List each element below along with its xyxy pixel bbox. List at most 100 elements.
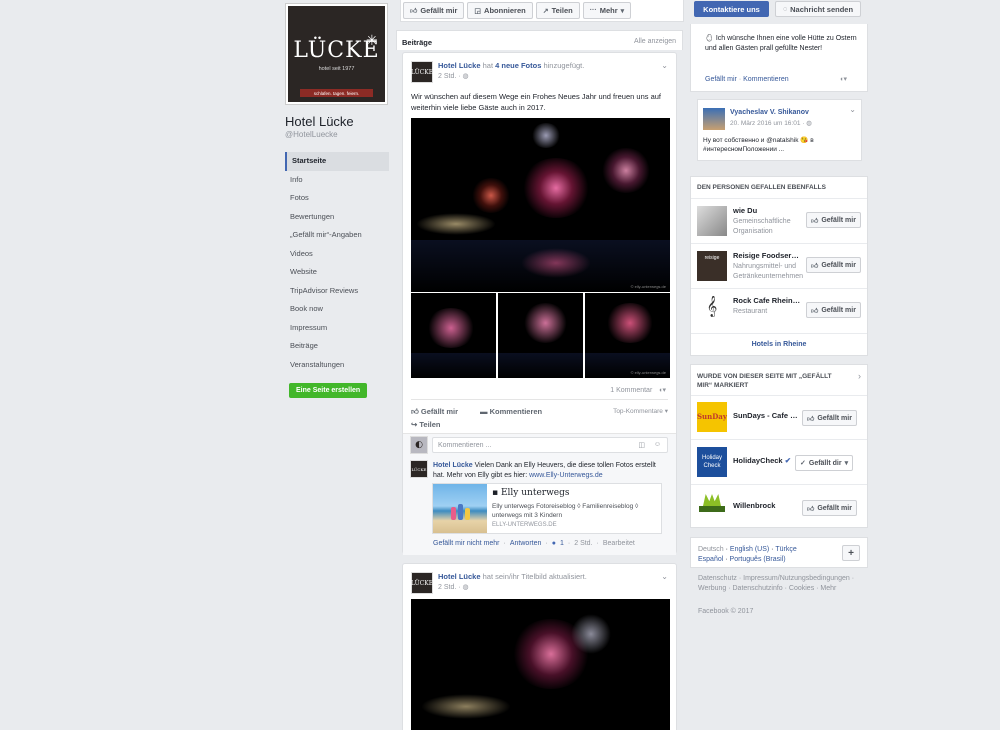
nav-item-book-now[interactable]: Book now	[285, 300, 389, 319]
post-author[interactable]: Hotel Lücke	[438, 61, 481, 70]
reply-edited[interactable]: Bearbeitet	[603, 540, 635, 547]
create-page-button[interactable]: Eine Seite erstellen	[289, 383, 368, 398]
reply-avatar[interactable]: LÜCKE	[410, 460, 428, 478]
reply-comment: Hotel Lücke Vielen Dank an Elly Heuvers,…	[433, 461, 661, 481]
link-preview-card[interactable]: ▪ Elly unterwegs Elly unterwegs Fotoreis…	[432, 483, 662, 534]
similar-name-2[interactable]: Reisige Foodser…	[733, 251, 803, 260]
right-post-comment[interactable]: Kommentieren	[743, 76, 789, 83]
liked-like-button-3[interactable]: 👍︎ Gefällt mir	[802, 500, 857, 516]
post-avatar[interactable]: LÜCKE	[411, 61, 433, 83]
reply-author[interactable]: Hotel Lücke	[433, 462, 473, 469]
preview-domain: ELLY-UNTERWEGS.DE	[492, 522, 557, 528]
similar-item-1[interactable]: wie Du Gemeinschaftliche Organisation	[697, 206, 803, 237]
reply-link[interactable]: www.Elly-Unterwegs.de	[529, 472, 603, 479]
post2-cover-photo[interactable]	[411, 599, 670, 730]
top-comments-dropdown[interactable]: Top-Kommentare ▾	[613, 407, 668, 415]
language-current: Deutsch	[698, 546, 724, 553]
nav-item-startseite[interactable]: Startseite	[285, 152, 389, 171]
follow-button[interactable]: ◲ Abonnieren	[467, 2, 533, 19]
profile-picture[interactable]: LÜCKE ✳ hotel seit 1977 schlafen. tagen.…	[285, 3, 388, 105]
nav-item-info[interactable]: Info	[285, 171, 389, 190]
post-share-button[interactable]: ↪ Teilen	[411, 420, 441, 429]
post2-time[interactable]: 2 Std. ·	[438, 584, 463, 591]
post2-avatar[interactable]: LÜCKE	[411, 572, 433, 594]
chevron-right-icon[interactable]: ›	[858, 371, 861, 381]
similar-like-button-2[interactable]: 👍︎ Gefällt mir	[806, 257, 861, 273]
similar-category-3: Restaurant	[733, 308, 768, 315]
nav-item-likes[interactable]: „Gefällt mir“-Angaben	[285, 226, 389, 245]
language-english[interactable]: English (US)	[730, 546, 769, 553]
emoji-icon[interactable]: ☺	[654, 441, 661, 448]
language-turkish[interactable]: Türkçe	[775, 546, 796, 553]
post-options-icon[interactable]: ⌄	[661, 61, 668, 70]
liked-like-button-2[interactable]: ✓ Gefällt dir ▾	[795, 455, 854, 471]
post-comment-button[interactable]: ▬ Kommentieren	[480, 407, 542, 417]
similar-thumb-1	[697, 206, 727, 236]
post2-options-icon[interactable]: ⌄	[661, 572, 668, 581]
review-options-icon[interactable]: ⌄	[849, 105, 856, 114]
review-author[interactable]: Vyacheslav V. Shikanov	[730, 109, 809, 116]
post2-author[interactable]: Hotel Lücke	[438, 572, 481, 581]
post-photo-2[interactable]	[411, 293, 496, 378]
similar-like-button-3[interactable]: 👍︎ Gefällt mir	[806, 302, 861, 318]
similar-name-3[interactable]: Rock Cafe Rhein…	[733, 296, 800, 305]
similar-like-button-1[interactable]: 👍︎ Gefällt mir	[806, 212, 861, 228]
hotels-in-rheine-link[interactable]: Hotels in Rheine	[691, 341, 867, 348]
liked-item-2[interactable]: Holiday Check HolidayCheck ✔	[697, 447, 791, 477]
more-button[interactable]: ··· Mehr ▾	[582, 2, 632, 19]
post-time[interactable]: 2 Std. ·	[438, 73, 463, 80]
liked-name-1[interactable]: SunDays - Cafe …	[733, 411, 798, 420]
liked-like-button-1[interactable]: 👍︎ Gefällt mir	[802, 410, 857, 426]
liked-name-3[interactable]: Willenbrock	[733, 501, 775, 510]
nav-item-impressum[interactable]: Impressum	[285, 319, 389, 338]
post-photo-3[interactable]	[498, 293, 583, 378]
comment-count[interactable]: 1 Kommentar ◖▾	[610, 386, 666, 394]
unlike-comment-link[interactable]: Gefällt mir nicht mehr	[433, 540, 500, 547]
nav-item-beitraege[interactable]: Beiträge	[285, 337, 389, 356]
follow-label: Abonnieren	[484, 6, 526, 15]
post-photos-link[interactable]: 4 neue Fotos	[495, 61, 541, 70]
post-text: Wir wünschen auf diesem Wege ein Frohes …	[411, 92, 661, 112]
reply-time[interactable]: 2 Std.	[574, 540, 592, 547]
nav-item-bewertungen[interactable]: Bewertungen	[285, 208, 389, 227]
share-page-button[interactable]: ↗ Teilen	[535, 2, 580, 19]
post2-action: hat sein/ihr Titelbild aktualisiert.	[480, 572, 587, 581]
post-photo-4[interactable]: © elly-unterwegs.de	[585, 293, 670, 378]
language-portuguese[interactable]: Português (Brasil)	[730, 556, 786, 563]
liked-item-1[interactable]: SunDays SunDays - Cafe …	[697, 402, 798, 432]
review-date[interactable]: 20. März 2016 um 16:01 · ◍	[730, 119, 812, 127]
show-all-link[interactable]: Alle anzeigen	[634, 38, 676, 45]
similar-name-1[interactable]: wie Du	[733, 206, 803, 215]
reply-answer-link[interactable]: Antworten	[510, 540, 542, 547]
similar-item-2[interactable]: reisige Reisige Foodser… Nahrungsmittel- …	[697, 251, 803, 282]
review-avatar[interactable]	[703, 108, 725, 130]
reply-like-count[interactable]: 1	[560, 540, 564, 547]
like-page-button[interactable]: 👍︎ Gefällt mir	[403, 2, 465, 19]
liked-name-2[interactable]: HolidayCheck ✔	[733, 456, 791, 465]
camera-icon[interactable]: ◫	[638, 441, 645, 449]
page-name[interactable]: Hotel Lücke	[285, 114, 354, 129]
more-languages-button[interactable]: +	[842, 545, 860, 561]
nav-item-tripadvisor[interactable]: TripAdvisor Reviews	[285, 282, 389, 301]
similar-item-3[interactable]: 𝄞 Rock Cafe Rhein… Restaurant	[697, 296, 800, 326]
message-button[interactable]: ◌ Nachricht senden	[775, 1, 861, 17]
right-post-like[interactable]: Gefällt mir	[705, 76, 737, 83]
footer-links[interactable]: Datenschutz · Impressum/Nutzungsbedingun…	[698, 574, 866, 594]
right-post-avatar-icon[interactable]: ◖▾	[839, 75, 847, 83]
nav-item-website[interactable]: Website	[285, 263, 389, 282]
contact-button[interactable]: Kontaktiere uns	[694, 1, 769, 17]
post-photo-main[interactable]: © elly-unterwegs.de	[411, 118, 670, 292]
egg-icon: 🥚︎	[705, 35, 716, 42]
review-date-label: 20. März 2016 um 16:01	[730, 120, 801, 127]
nav-item-videos[interactable]: Videos	[285, 245, 389, 264]
post-like-button[interactable]: 👍︎ Gefällt mir	[411, 407, 458, 417]
liked-item-3[interactable]: Willenbrock	[697, 492, 775, 522]
nav-item-fotos[interactable]: Fotos	[285, 189, 389, 208]
right-post-text: 🥚︎ Ich wünsche Ihnen eine volle Hütte zu…	[705, 34, 863, 54]
top-comments-label: Top-Kommentare	[613, 408, 663, 415]
nav-item-veranstaltungen[interactable]: Veranstaltungen	[285, 356, 389, 375]
comment-input[interactable]: Kommentieren ... ◫ ☺	[432, 437, 668, 453]
reply-actions: Gefällt mir nicht mehr · Antworten · ● 1 · 2…	[433, 540, 635, 547]
page-handle[interactable]: @HotelLuecke	[285, 130, 338, 139]
language-spanish[interactable]: Español	[698, 556, 723, 563]
